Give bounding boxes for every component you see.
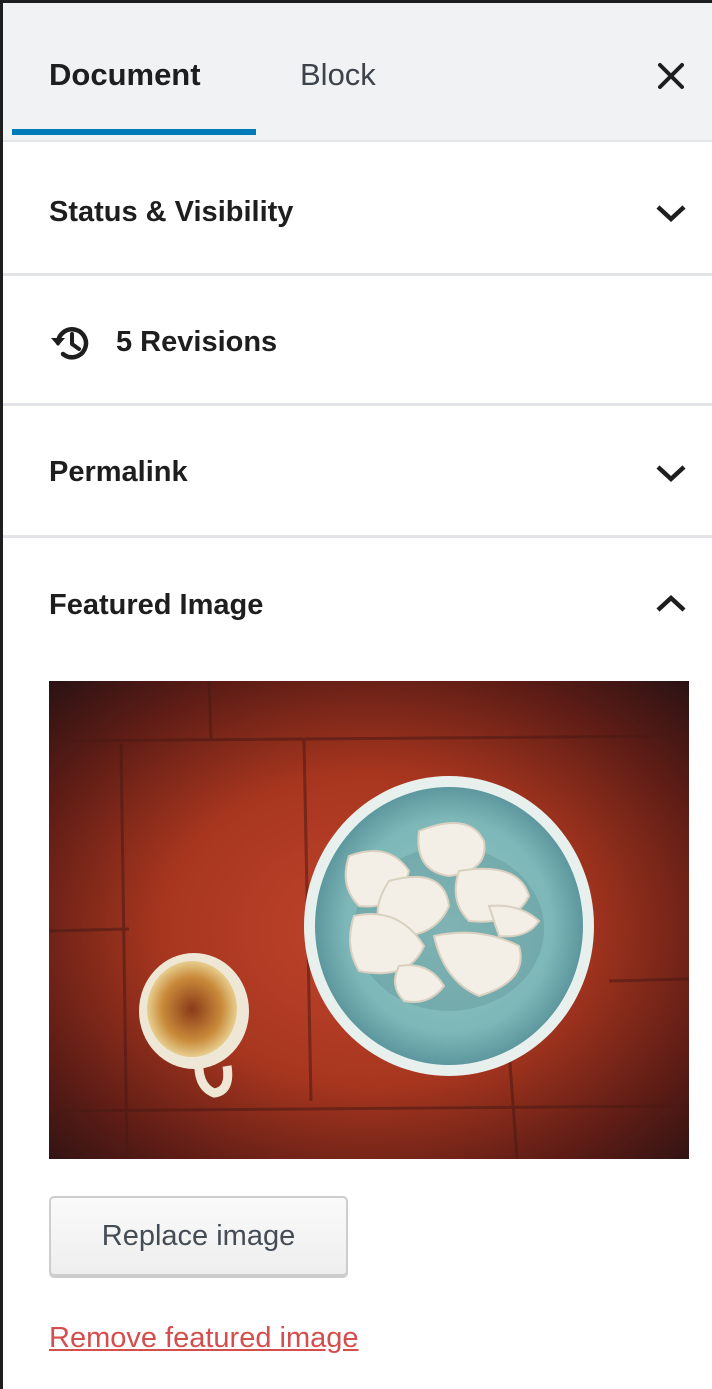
settings-sidebar: Document Block Status & Visibility 5 Rev…: [0, 0, 712, 1389]
close-sidebar-button[interactable]: [653, 58, 689, 94]
remove-featured-image-link[interactable]: Remove featured image: [49, 1318, 359, 1358]
tab-document[interactable]: Document: [49, 55, 201, 95]
chevron-down-icon[interactable]: [654, 202, 688, 224]
history-icon: [51, 327, 89, 360]
panel-title-permalink: Permalink: [49, 456, 188, 488]
replace-image-button[interactable]: Replace image: [49, 1196, 348, 1276]
active-tab-indicator: [12, 129, 256, 135]
chevron-down-icon[interactable]: [654, 462, 688, 484]
panel-title-featured-image[interactable]: Featured Image: [49, 587, 263, 623]
chevron-up-icon[interactable]: [654, 593, 688, 615]
sidebar-tab-bar: Document Block: [3, 3, 712, 142]
revisions-label: 5 Revisions: [116, 326, 278, 358]
tab-block[interactable]: Block: [300, 55, 376, 95]
close-icon: [658, 63, 684, 89]
panel-status-visibility[interactable]: Status & Visibility: [3, 142, 712, 276]
panel-title-status-visibility: Status & Visibility: [49, 196, 294, 228]
panel-revisions[interactable]: 5 Revisions: [3, 276, 712, 406]
panel-permalink[interactable]: Permalink: [3, 406, 712, 538]
featured-image-preview[interactable]: [49, 681, 689, 1159]
